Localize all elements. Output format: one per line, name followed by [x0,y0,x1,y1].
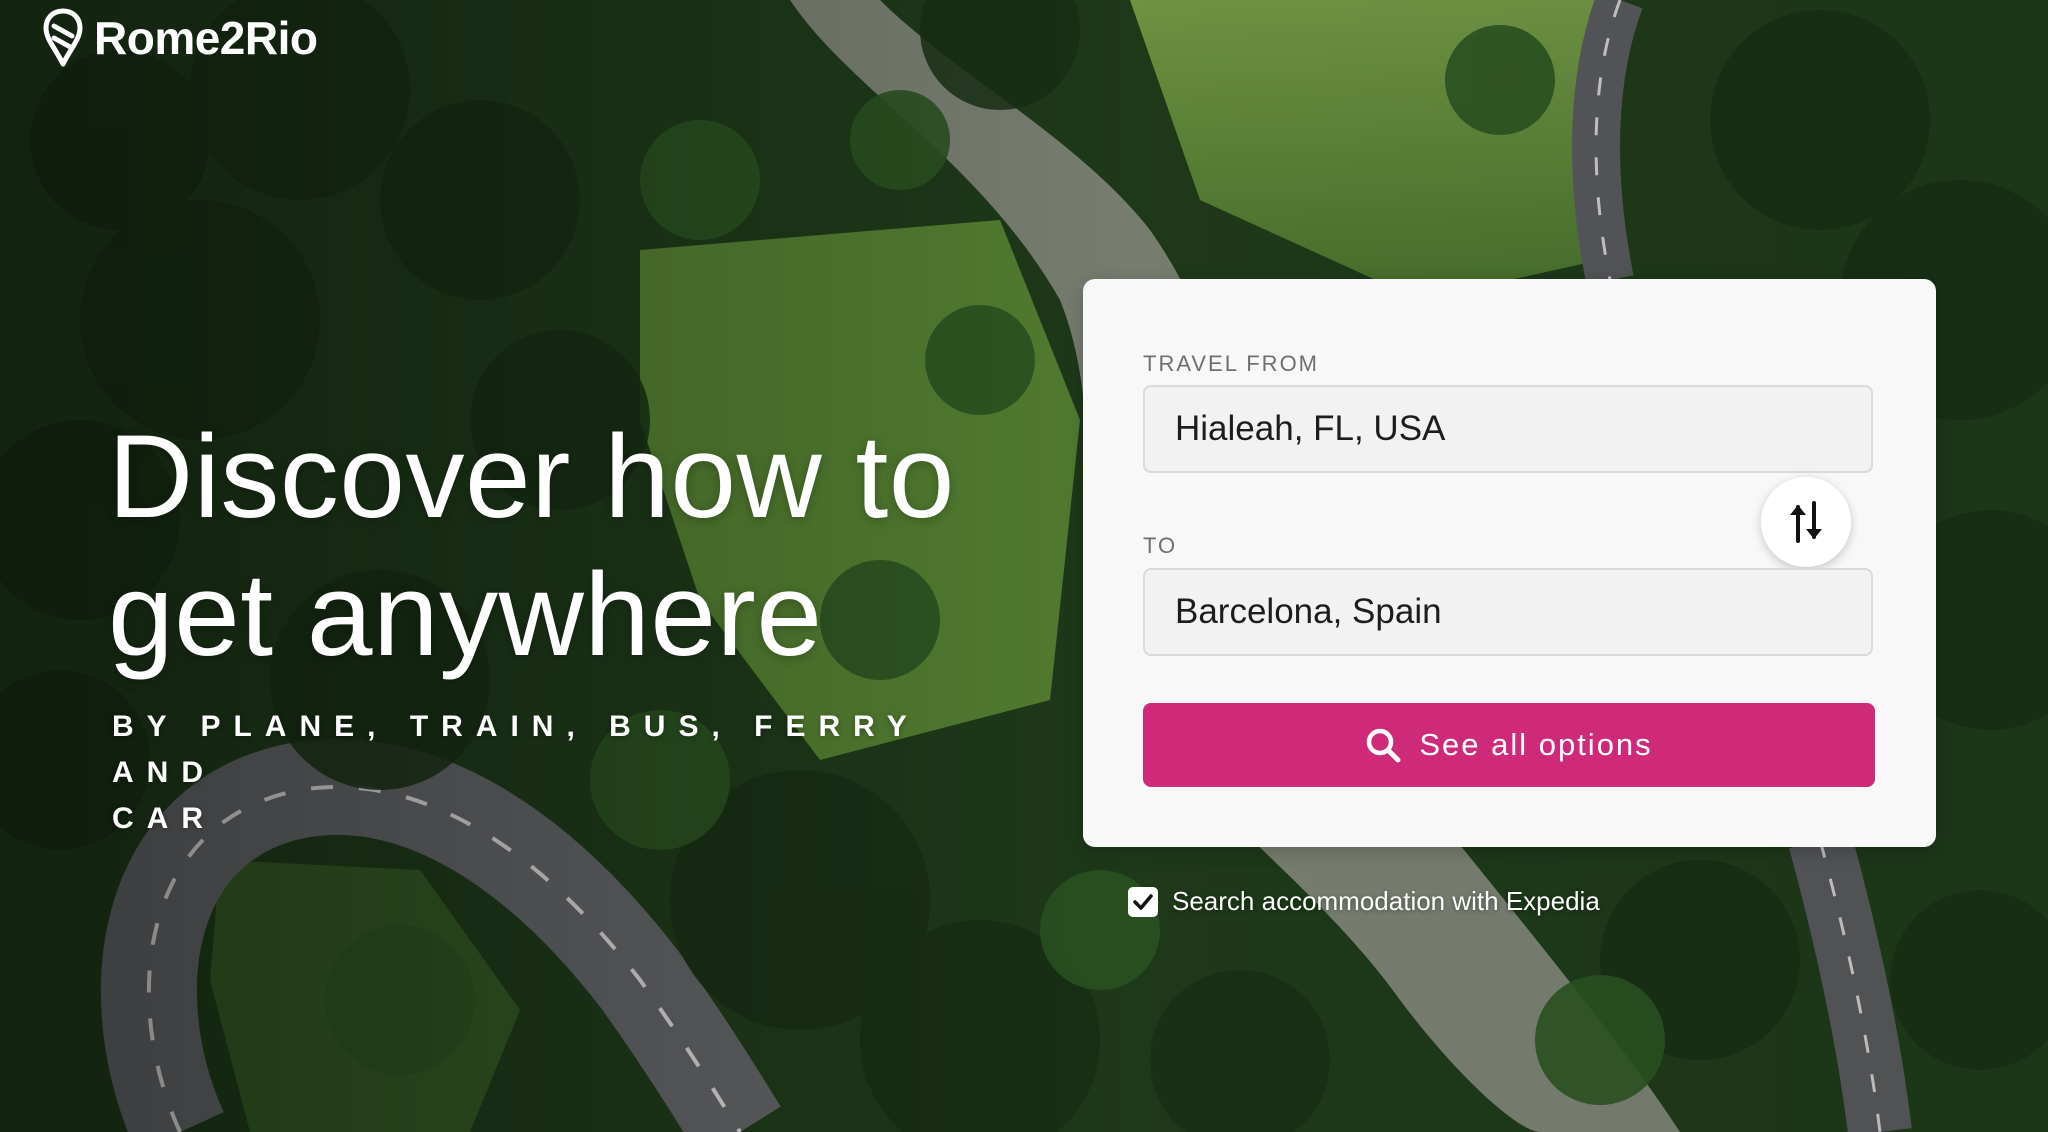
hero-subheadline-line-1: BY PLANE, TRAIN, BUS, FERRY AND [112,710,920,789]
search-icon [1367,728,1401,763]
see-all-options-label: See all options [1419,727,1653,762]
hero-section: Rome2Rio Discover how to get anywhere BY… [0,0,2048,1132]
brand-name: Rome2Rio [94,12,318,64]
hero-headline-line-1: Discover how to [108,411,955,543]
search-card: TRAVEL FROM TO See all options [1083,279,1936,847]
checkmark-icon [1133,893,1153,910]
hero-subheadline: BY PLANE, TRAIN, BUS, FERRY AND CAR [112,704,992,842]
see-all-options-button[interactable]: See all options [1143,703,1875,787]
accommodation-checkbox-row[interactable]: Search accommodation with Expedia [1128,886,1600,917]
swap-locations-button[interactable] [1761,477,1851,567]
swap-arrows-icon [1790,501,1822,543]
travel-from-input[interactable] [1143,385,1873,473]
hero-subheadline-line-2: CAR [112,802,216,835]
rome2rio-pin-logo-icon [43,8,83,67]
hero-headline-line-2: get anywhere [108,549,823,681]
accommodation-checkbox[interactable] [1128,886,1158,917]
travel-from-label: TRAVEL FROM [1143,351,1320,376]
accommodation-label: Search accommodation with Expedia [1172,886,1600,916]
travel-to-input[interactable] [1143,568,1873,656]
hero-headline: Discover how to get anywhere [108,408,1008,684]
travel-to-label: TO [1143,533,1178,558]
brand-logo[interactable]: Rome2Rio [42,8,318,68]
